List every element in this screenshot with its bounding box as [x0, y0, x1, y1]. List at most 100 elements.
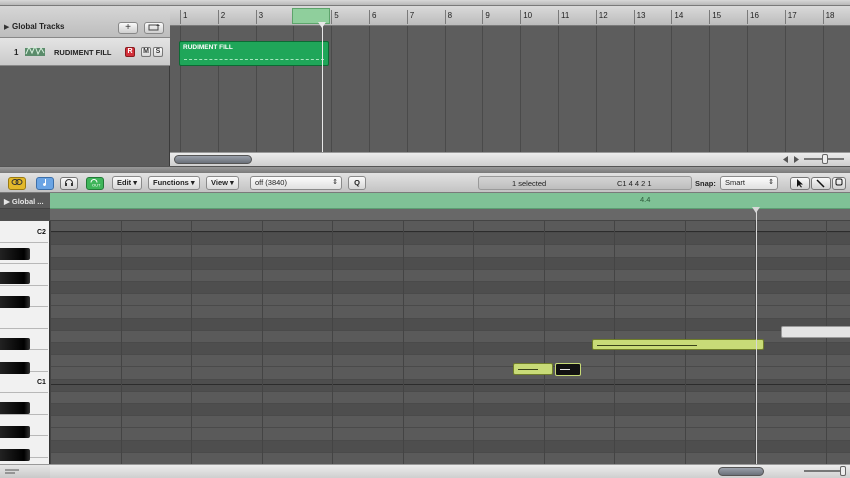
black-key[interactable] [0, 338, 30, 350]
snap-select[interactable]: Smart ⇕ [720, 176, 778, 190]
pitch-lane [50, 404, 850, 417]
black-key[interactable] [0, 402, 30, 414]
add-track-button[interactable]: + [118, 22, 138, 34]
resize-lines-icon[interactable] [4, 468, 20, 476]
pointer-tool[interactable] [790, 177, 810, 190]
bar-gridline [595, 26, 597, 152]
octave-line [50, 384, 850, 385]
piano-roll-playhead[interactable] [756, 209, 757, 464]
piano-roll-ruler[interactable] [50, 209, 850, 221]
note-position: C1 4 4 2 1 [617, 179, 652, 188]
ruler-bar-number: 16 [750, 11, 759, 20]
loop-out-icon: OUT [90, 179, 101, 188]
arrange-horizontal-scrollbar[interactable] [170, 152, 850, 166]
ruler-tick [180, 10, 181, 24]
region-note-preview [184, 54, 324, 60]
pencil-tool[interactable] [811, 177, 831, 190]
pane-divider[interactable] [0, 166, 850, 173]
octave-line [50, 231, 850, 232]
arrow-pointer-icon [797, 179, 803, 188]
scrollbar-thumb[interactable] [718, 467, 764, 476]
zoom-slider-handle[interactable] [822, 154, 828, 164]
quantize-button[interactable]: Q [348, 176, 366, 190]
selected-midi-note[interactable] [555, 363, 581, 376]
drum-kit-icon [25, 44, 45, 56]
ruler-bar-number: 7 [409, 11, 415, 20]
midi-note-offscreen[interactable] [781, 326, 850, 338]
record-enable-button[interactable]: R [125, 47, 135, 57]
piano-roll-global-tracks[interactable]: ▶ Global ... [0, 193, 50, 209]
pitch-lane [50, 355, 850, 368]
ruler-bar-number: 5 [334, 11, 339, 20]
ruler-tick [482, 10, 484, 24]
headphones-icon [65, 179, 73, 186]
ruler-bar-number: 17 [787, 11, 797, 20]
black-key[interactable] [0, 449, 30, 461]
solo-button[interactable]: S [153, 47, 163, 57]
signature-track[interactable]: 4.4 [50, 193, 850, 209]
disclosure-triangle-icon[interactable]: ▶ [4, 23, 9, 31]
bar-gridline [444, 26, 446, 152]
midi-note[interactable] [513, 363, 553, 375]
note-velocity-line [560, 369, 570, 370]
black-key[interactable] [0, 272, 30, 284]
pitch-lane [50, 282, 850, 295]
pitch-lane [50, 245, 850, 258]
mute-button[interactable]: M [141, 47, 151, 57]
white-key[interactable] [0, 307, 48, 329]
cmd-tool[interactable] [832, 177, 846, 190]
ruler-bar-number: 14 [674, 11, 684, 20]
link-button[interactable] [8, 177, 26, 190]
global-tracks-label: Global Tracks [12, 22, 65, 31]
link-icon [11, 179, 23, 185]
piano-keyboard[interactable]: C2 C1 [0, 221, 50, 464]
playhead-marker-icon[interactable] [318, 22, 326, 28]
zoom-slider-handle[interactable] [840, 466, 846, 476]
edit-menu[interactable]: Edit ▾ [112, 176, 143, 190]
piano-roll-horizontal-scrollbar[interactable] [50, 464, 850, 478]
scrollbar-thumb[interactable] [174, 155, 252, 164]
ruler-tick [633, 10, 635, 24]
global-tracks-short-label: ▶ Global ... [4, 197, 44, 206]
quantize-select[interactable]: off (3840) ⇕ [250, 176, 342, 190]
midi-region[interactable]: RUDIMENT FILL [179, 41, 329, 66]
midi-out-button[interactable] [60, 177, 78, 190]
edit-menu-label: Edit [117, 178, 132, 187]
ruler-bar-number: 1 [183, 11, 188, 20]
bar-ruler[interactable]: 123456789101112131415161718 [170, 6, 850, 26]
zoom-waveform-icon[interactable] [782, 155, 800, 164]
ruler-tick [444, 10, 446, 24]
black-key[interactable] [0, 296, 30, 308]
region-name: RUDIMENT FILL [183, 44, 233, 51]
pitch-lane [50, 269, 850, 282]
midi-note[interactable] [592, 339, 764, 350]
pitch-lane [50, 391, 850, 404]
bar-gridline [709, 26, 711, 152]
ruler-bar-number: 12 [598, 11, 608, 20]
global-label-text: Global ... [11, 197, 44, 206]
zoom-slider-track[interactable] [804, 470, 844, 472]
add-folder-button[interactable] [144, 22, 164, 34]
functions-menu[interactable]: Functions ▾ [148, 176, 200, 190]
white-key[interactable] [0, 221, 48, 243]
black-key[interactable] [0, 426, 30, 438]
playhead[interactable] [322, 22, 323, 152]
tool-menu-icon [835, 178, 843, 186]
beat-gridline [50, 221, 51, 464]
beat-gridline [332, 221, 333, 464]
midi-in-button[interactable] [36, 177, 54, 190]
view-menu[interactable]: View ▾ [206, 176, 239, 190]
global-tracks-row[interactable]: ▶ Global Tracks + [0, 6, 170, 38]
bar-gridline [633, 26, 635, 152]
pitch-lane [50, 452, 850, 464]
black-key[interactable] [0, 248, 30, 260]
catch-button[interactable]: OUT [86, 177, 104, 190]
white-key[interactable] [0, 372, 48, 393]
beat-gridline [473, 221, 474, 464]
track-row-1[interactable]: 1 RUDIMENT FILL R M S [0, 38, 170, 66]
playhead-marker-icon[interactable] [752, 207, 760, 213]
snap-label: Snap: [695, 179, 716, 188]
piano-roll-grid[interactable] [50, 221, 850, 464]
black-key[interactable] [0, 362, 30, 374]
pitch-lane [50, 294, 850, 307]
